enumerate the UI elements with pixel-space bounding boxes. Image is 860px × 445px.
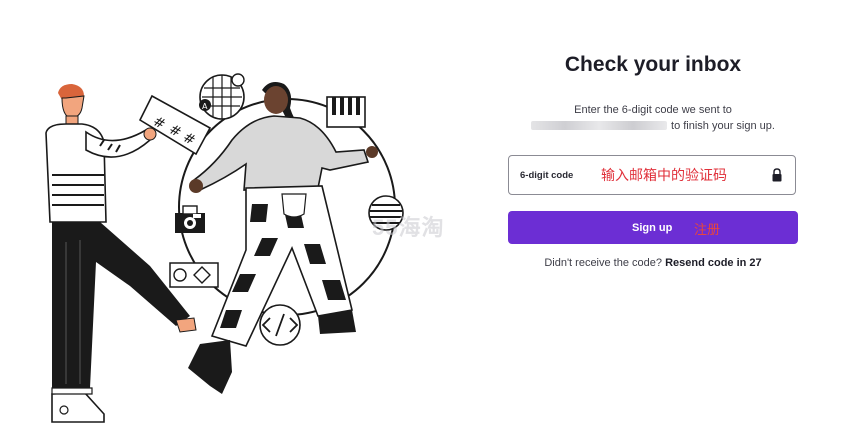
redacted-email xyxy=(531,121,668,130)
signup-verification-page: A # # # Check your inbox Enter the 6-dig… xyxy=(0,0,860,445)
sign-up-annotation: 注册 xyxy=(694,223,721,238)
code-input-annotation: 输入邮箱中的验证码 xyxy=(601,168,727,184)
piano-icon xyxy=(326,96,366,128)
shape-blocks-icon xyxy=(169,262,219,288)
sign-up-button[interactable]: Sign up 注册 xyxy=(508,211,798,244)
instruction-text: Enter the 6-digit code we sent to to fin… xyxy=(508,102,798,134)
woman-head xyxy=(264,86,288,114)
lock-icon xyxy=(772,168,782,182)
code-icon xyxy=(259,304,301,346)
resend-prompt: Didn't receive the code? xyxy=(544,257,662,269)
code-input-label: 6-digit code xyxy=(520,170,574,181)
svg-text:A: A xyxy=(202,102,208,111)
instruction-suffix: to finish your sign up. xyxy=(671,120,775,132)
globe-icon: A xyxy=(199,73,245,120)
page-title: Check your inbox xyxy=(564,53,742,76)
sign-up-label: Sign up xyxy=(632,222,673,234)
resend-row: Didn't receive the code? Resend code in … xyxy=(508,257,798,269)
watermark: 55海淘 xyxy=(372,215,445,240)
code-input[interactable]: 6-digit code 输入邮箱中的验证码 xyxy=(508,155,796,195)
verification-panel: Check your inbox Enter the 6-digit code … xyxy=(508,0,798,445)
instruction-line1: Enter the 6-digit code we sent to xyxy=(574,104,732,116)
resend-code-link[interactable]: Resend code in 27 xyxy=(665,257,762,269)
instruction-line2: to finish your sign up. xyxy=(508,118,798,134)
